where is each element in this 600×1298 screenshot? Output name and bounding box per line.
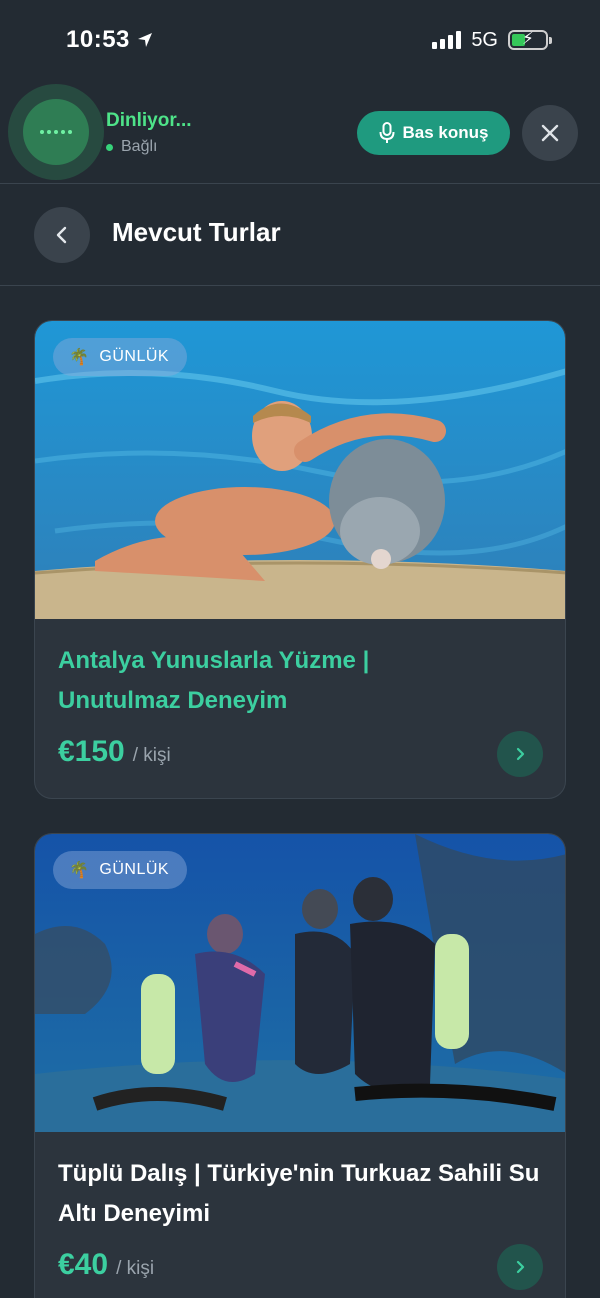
audio-level-icon bbox=[23, 99, 89, 165]
palm-tree-icon: 🌴 bbox=[69, 349, 90, 366]
location-arrow-icon bbox=[137, 33, 152, 47]
status-indicators: 5G ⚡ bbox=[432, 28, 552, 52]
open-tour-button[interactable] bbox=[497, 1244, 543, 1290]
connected-dot-icon bbox=[106, 143, 113, 151]
tour-image-dolphin: 🌴 GÜNLÜK bbox=[35, 321, 565, 619]
tour-price: €150 bbox=[58, 735, 125, 768]
back-button[interactable] bbox=[34, 207, 90, 263]
tour-price: €40 bbox=[58, 1248, 109, 1281]
open-tour-button[interactable] bbox=[497, 731, 543, 777]
voice-status: Dinliyor... Bağlı bbox=[106, 110, 192, 156]
tour-title: Antalya Yunuslarla Yüzme | Unutulmaz Den… bbox=[58, 647, 370, 714]
battery-icon: ⚡ bbox=[508, 29, 552, 50]
page-header: Mevcut Turlar bbox=[0, 185, 600, 286]
microphone-icon bbox=[379, 122, 394, 143]
tour-image-scuba: 🌴 GÜNLÜK bbox=[35, 834, 565, 1132]
palm-tree-icon: 🌴 bbox=[69, 862, 90, 879]
tour-type-badge: 🌴 GÜNLÜK bbox=[53, 851, 188, 889]
time-text: 10:53 bbox=[66, 26, 130, 53]
push-to-talk-button[interactable]: Bas konuş bbox=[357, 111, 510, 155]
tour-type-badge: 🌴 GÜNLÜK bbox=[53, 338, 188, 376]
listening-orb[interactable] bbox=[8, 84, 104, 180]
badge-label: GÜNLÜK bbox=[99, 348, 170, 365]
tour-title: Tüplü Dalış | Türkiye'nin Turkuaz Sahili… bbox=[58, 1160, 540, 1227]
close-icon bbox=[541, 124, 559, 142]
price-row: €150 / kişi bbox=[58, 735, 171, 769]
page-title: Mevcut Turlar bbox=[112, 217, 281, 247]
connected-label: Bağlı bbox=[121, 138, 158, 155]
signal-icon bbox=[432, 31, 462, 49]
price-row: €40 / kişi bbox=[58, 1248, 154, 1282]
tour-card[interactable]: 🌴 GÜNLÜK Antalya Yunuslarla Yüzme | Unut… bbox=[34, 320, 566, 799]
listening-label: Dinliyor... bbox=[106, 110, 192, 131]
tour-card[interactable]: 🌴 GÜNLÜK Tüplü Dalış | Türkiye'nin Turku… bbox=[34, 833, 566, 1298]
voice-assistant-bar: Dinliyor... Bağlı Bas konuş bbox=[0, 80, 600, 184]
connection-status: Bağlı bbox=[106, 138, 192, 156]
badge-label: GÜNLÜK bbox=[99, 861, 170, 878]
price-unit: / kişi bbox=[116, 1258, 155, 1279]
chevron-right-icon bbox=[516, 747, 525, 761]
status-bar: 10:53 5G ⚡ bbox=[0, 0, 600, 80]
chevron-left-icon bbox=[56, 226, 67, 244]
close-button[interactable] bbox=[522, 105, 578, 161]
push-to-talk-label: Bas konuş bbox=[402, 123, 489, 142]
chevron-right-icon bbox=[516, 1260, 525, 1274]
price-unit: / kişi bbox=[132, 745, 171, 766]
status-time: 10:53 bbox=[66, 26, 154, 54]
network-label: 5G bbox=[471, 28, 498, 51]
